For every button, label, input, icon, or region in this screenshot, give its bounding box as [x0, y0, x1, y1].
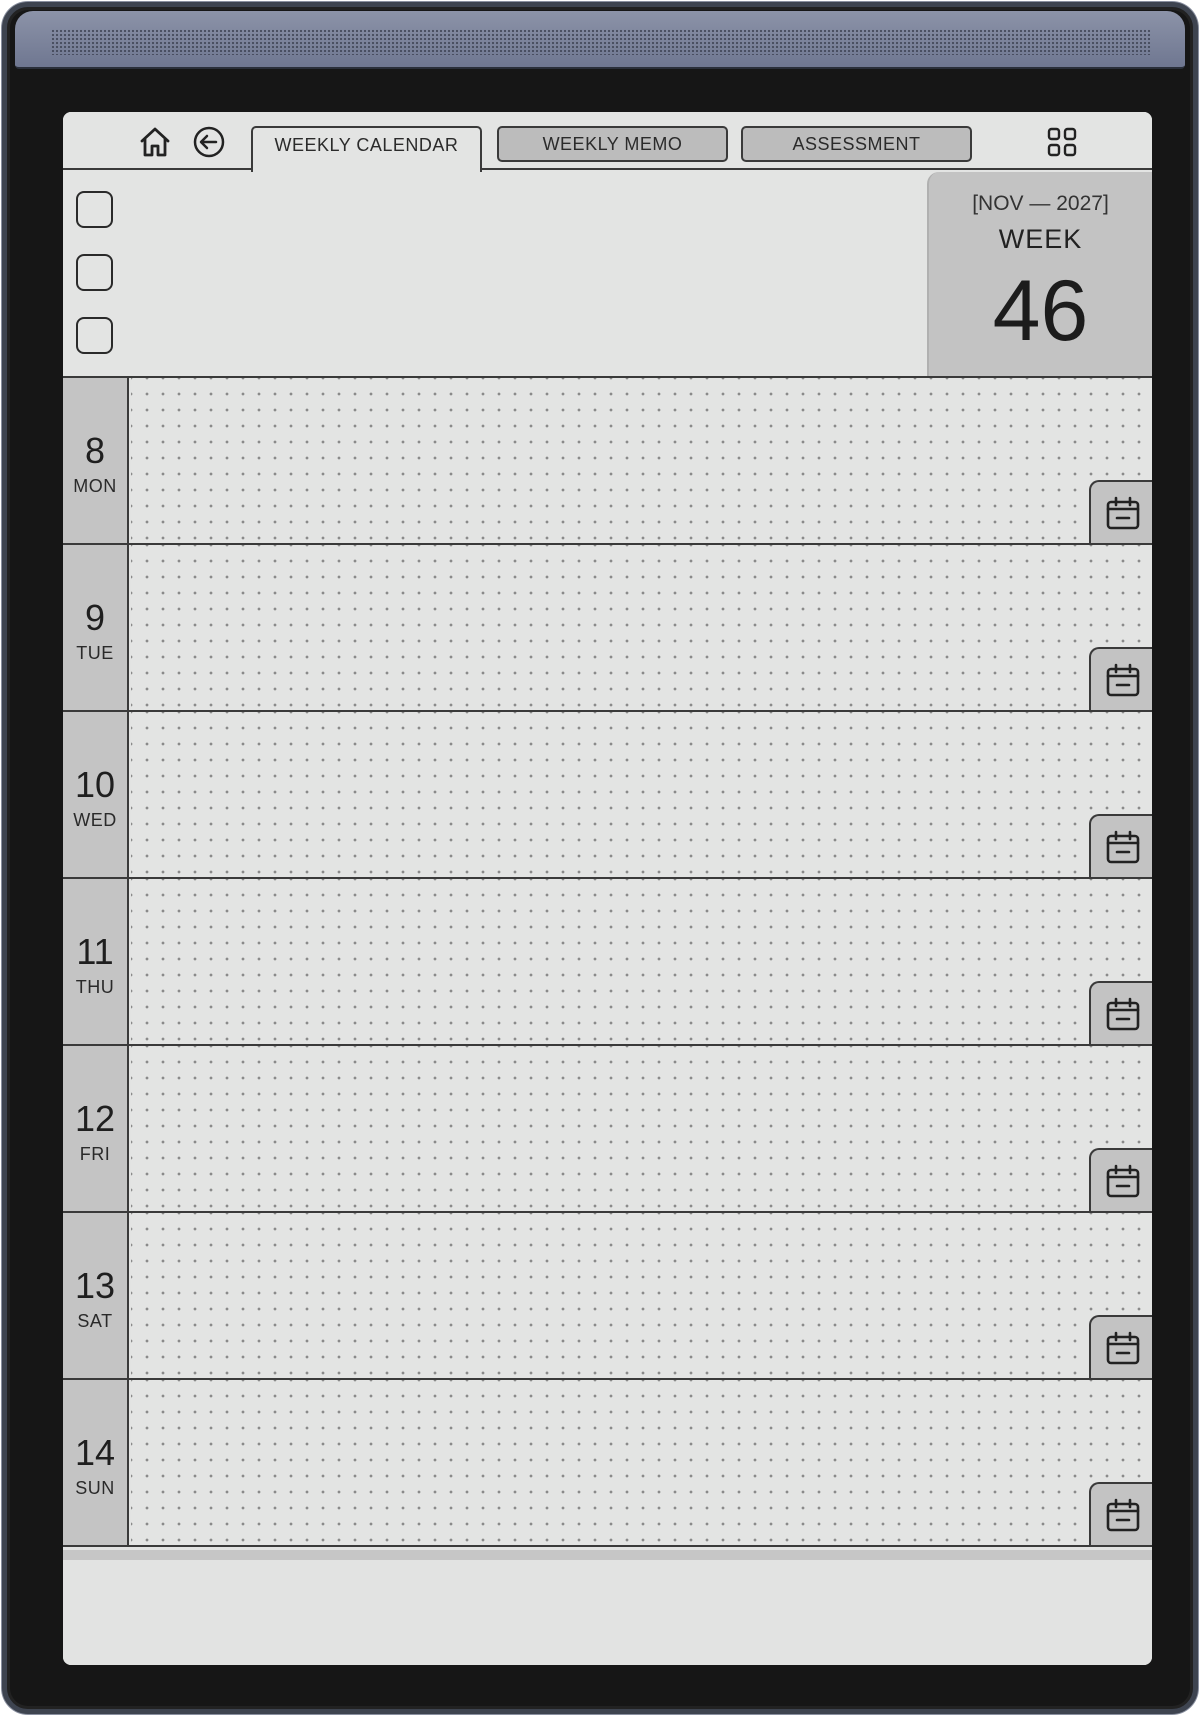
day-name: SUN: [75, 1478, 115, 1498]
dot-grid-writing-area[interactable]: [131, 712, 1152, 877]
open-day-calendar-button[interactable]: [1089, 647, 1152, 710]
day-label[interactable]: 9 TUE: [63, 545, 129, 710]
calendar-icon: [1106, 496, 1140, 530]
grid-icon[interactable]: [1046, 126, 1078, 158]
open-day-calendar-button[interactable]: [1089, 814, 1152, 877]
day-row-fri: 12 FRI: [63, 1046, 1152, 1213]
dot-grid-writing-area[interactable]: [131, 378, 1152, 543]
open-day-calendar-button[interactable]: [1089, 1315, 1152, 1378]
dot-grid-writing-area[interactable]: [131, 1213, 1152, 1378]
week-indicator: [NOV — 2027] WEEK 46: [927, 172, 1152, 376]
tab-weekly-memo-label: WEEKLY MEMO: [542, 133, 683, 154]
day-name: FRI: [79, 1144, 111, 1164]
day-label[interactable]: 12 FRI: [63, 1046, 129, 1211]
day-name: TUE: [76, 643, 114, 663]
day-name: WED: [73, 810, 117, 830]
day-row-wed: 10 WED: [63, 712, 1152, 879]
tab-weekly-calendar-label: WEEKLY CALENDAR: [274, 134, 459, 155]
open-day-calendar-button[interactable]: [1089, 1482, 1152, 1545]
day-number: 8: [84, 430, 106, 471]
tab-weekly-calendar[interactable]: WEEKLY CALENDAR: [251, 126, 482, 172]
week-month-year: [NOV — 2027]: [972, 192, 1109, 215]
day-row-sat: 13 SAT: [63, 1213, 1152, 1380]
day-row-tue: 9 TUE: [63, 545, 1152, 712]
day-label[interactable]: 13 SAT: [63, 1213, 129, 1378]
day-row-sun: 14 SUN: [63, 1380, 1152, 1547]
day-row-mon: 8 MON: [63, 378, 1152, 545]
tab-assessment-label: ASSESSMENT: [792, 133, 921, 154]
day-label[interactable]: 10 WED: [63, 712, 129, 877]
day-label[interactable]: 14 SUN: [63, 1380, 129, 1545]
day-name: THU: [75, 977, 115, 997]
calendar-icon: [1106, 997, 1140, 1031]
top-navigation-bar: WEEKLY CALENDAR WEEKLY MEMO ASSESSMENT: [63, 112, 1152, 172]
day-number: 11: [76, 931, 114, 972]
arrow-left-circle-icon[interactable]: [191, 124, 227, 160]
speaker-grille: [51, 29, 1151, 55]
open-day-calendar-button[interactable]: [1089, 480, 1152, 543]
day-number: 13: [74, 1265, 116, 1306]
day-label[interactable]: 11 THU: [63, 879, 129, 1044]
dot-grid-writing-area[interactable]: [131, 879, 1152, 1044]
task-checkbox-2[interactable]: [76, 254, 113, 291]
week-header: [NOV — 2027] WEEK 46: [63, 170, 1152, 378]
task-checkbox-1[interactable]: [76, 191, 113, 228]
open-day-calendar-button[interactable]: [1089, 1148, 1152, 1211]
calendar-icon: [1106, 1164, 1140, 1198]
calendar-icon: [1106, 830, 1140, 864]
open-day-calendar-button[interactable]: [1089, 981, 1152, 1044]
calendar-icon: [1106, 1331, 1140, 1365]
day-number: 14: [74, 1432, 116, 1473]
day-list: 8 MON 9 TUE 10 WED 11 THU 12 FRI 13 SAT …: [63, 378, 1152, 1547]
dot-grid-writing-area[interactable]: [131, 1380, 1152, 1545]
day-row-thu: 11 THU: [63, 879, 1152, 1046]
dot-grid-writing-area[interactable]: [131, 1046, 1152, 1211]
planner-screen: WEEKLY CALENDAR WEEKLY MEMO ASSESSMENT […: [63, 112, 1152, 1665]
tab-assessment[interactable]: ASSESSMENT: [741, 126, 972, 162]
week-label: WEEK: [998, 224, 1083, 254]
week-number: 46: [992, 263, 1089, 359]
bottom-divider: [63, 1550, 1152, 1560]
dot-grid-writing-area[interactable]: [131, 545, 1152, 710]
task-checkbox-3[interactable]: [76, 317, 113, 354]
bottom-blank-area: [63, 1560, 1152, 1665]
e-reader-device: WEEKLY CALENDAR WEEKLY MEMO ASSESSMENT […: [2, 2, 1198, 1714]
calendar-icon: [1106, 663, 1140, 697]
speaker-bar: [15, 11, 1185, 69]
day-name: MON: [73, 476, 117, 496]
day-number: 10: [74, 764, 116, 805]
day-number: 9: [84, 597, 106, 638]
home-icon[interactable]: [137, 124, 173, 160]
day-number: 12: [74, 1098, 116, 1139]
tab-weekly-memo[interactable]: WEEKLY MEMO: [497, 126, 728, 162]
day-name: SAT: [77, 1311, 113, 1331]
calendar-icon: [1106, 1498, 1140, 1532]
day-label[interactable]: 8 MON: [63, 378, 129, 543]
